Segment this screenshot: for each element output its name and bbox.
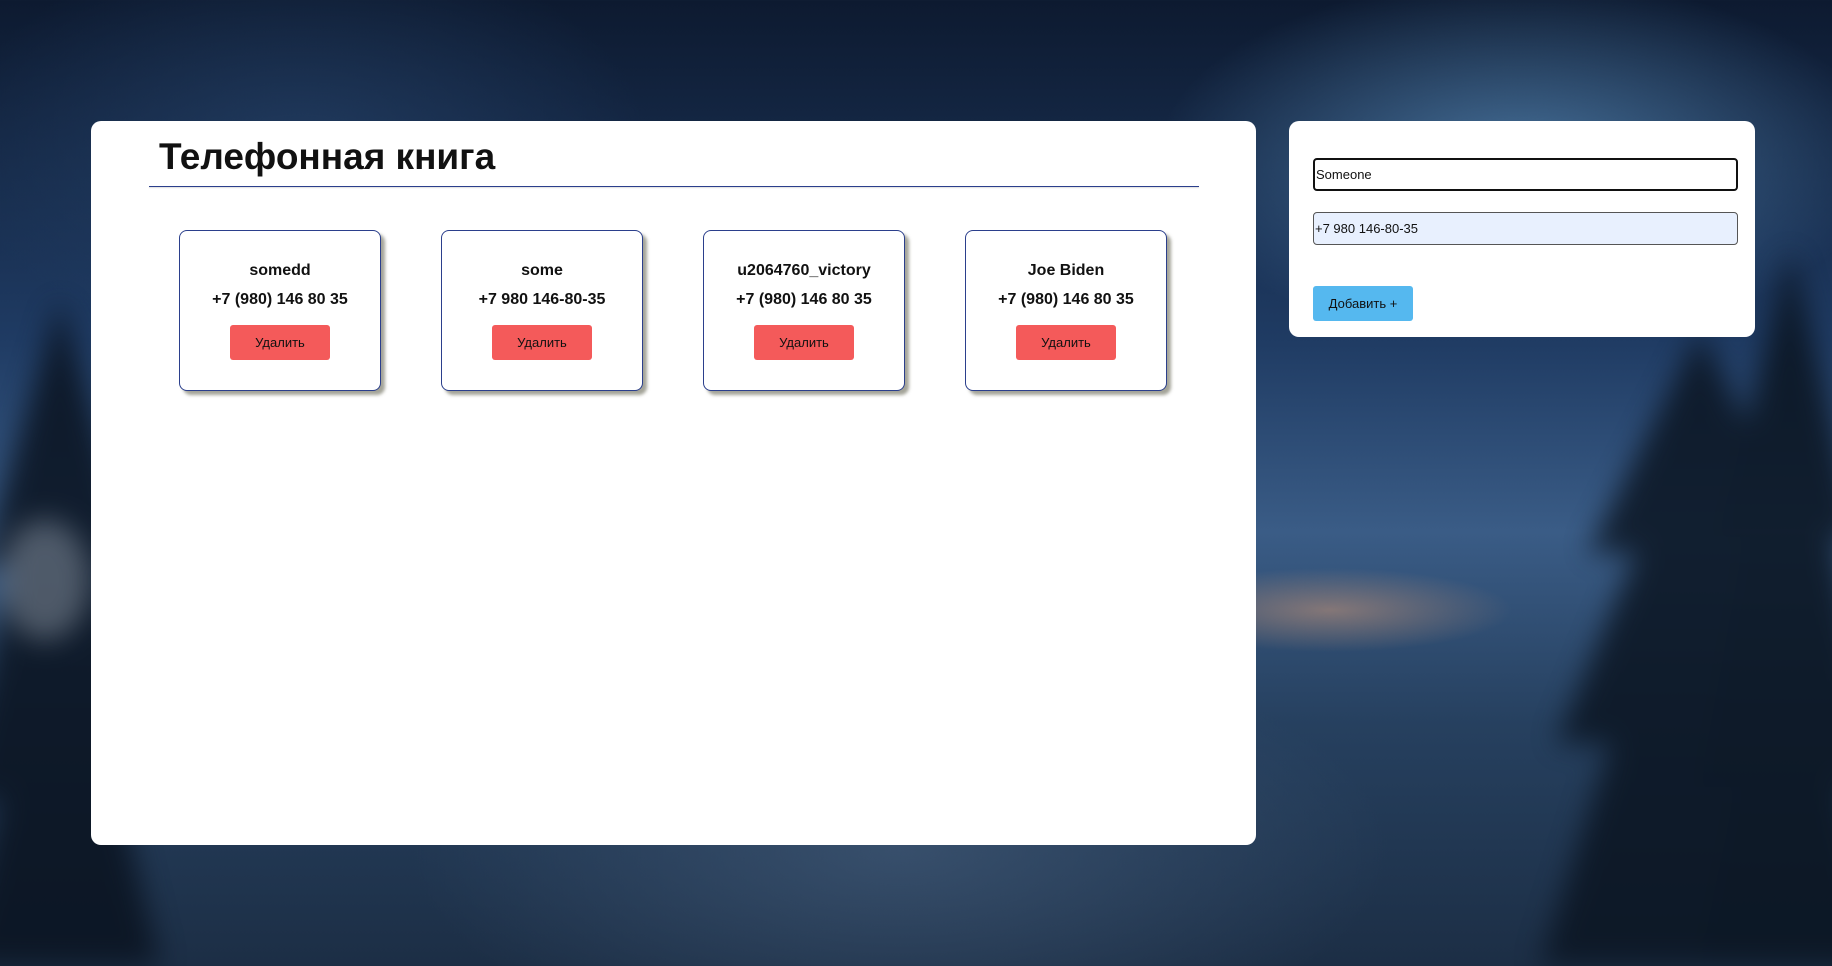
contact-card: u2064760_victory +7 (980) 146 80 35 Удал… bbox=[703, 230, 905, 391]
delete-contact-button[interactable]: Удалить bbox=[230, 325, 330, 360]
page-title: Телефонная книга bbox=[159, 136, 496, 177]
contact-card: somedd +7 (980) 146 80 35 Удалить bbox=[179, 230, 381, 391]
contact-card: some +7 980 146-80-35 Удалить bbox=[441, 230, 643, 391]
phonebook-panel: Телефонная книга somedd +7 (980) 146 80 … bbox=[91, 121, 1256, 845]
name-input[interactable] bbox=[1313, 158, 1738, 191]
contact-list: somedd +7 (980) 146 80 35 Удалить some +… bbox=[179, 230, 1167, 391]
title-divider bbox=[149, 186, 1199, 187]
phone-input[interactable] bbox=[1313, 212, 1738, 245]
contact-name: Joe Biden bbox=[1027, 262, 1105, 279]
contact-phone: +7 (980) 146 80 35 bbox=[736, 291, 872, 308]
background-snow bbox=[0, 520, 90, 640]
contact-name: some bbox=[521, 262, 563, 279]
contact-name: somedd bbox=[249, 262, 311, 279]
contact-phone: +7 980 146-80-35 bbox=[478, 291, 606, 308]
contact-phone: +7 (980) 146 80 35 bbox=[212, 291, 348, 308]
contact-name: u2064760_victory bbox=[737, 262, 871, 279]
contact-phone: +7 (980) 146 80 35 bbox=[998, 291, 1134, 308]
delete-contact-button[interactable]: Удалить bbox=[1016, 325, 1116, 360]
contact-card: Joe Biden +7 (980) 146 80 35 Удалить bbox=[965, 230, 1167, 391]
add-contact-button[interactable]: Добавить + bbox=[1313, 286, 1413, 321]
delete-contact-button[interactable]: Удалить bbox=[754, 325, 854, 360]
delete-contact-button[interactable]: Удалить bbox=[492, 325, 592, 360]
add-contact-panel: Добавить + bbox=[1289, 121, 1755, 337]
